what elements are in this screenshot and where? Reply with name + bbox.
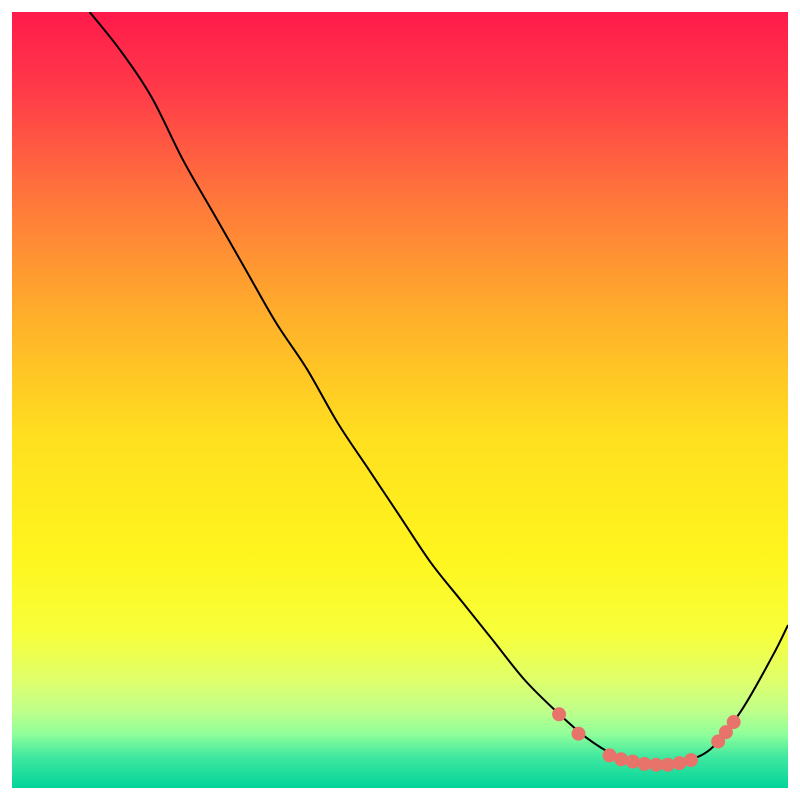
curve-layer <box>12 12 788 788</box>
highlight-dot <box>552 707 566 721</box>
highlight-dot <box>626 755 640 769</box>
highlight-dot <box>684 753 698 767</box>
plot-area <box>12 12 788 788</box>
highlight-markers <box>552 707 741 771</box>
highlight-dot <box>727 715 741 729</box>
highlight-dot <box>571 727 585 741</box>
highlight-dot <box>614 752 628 766</box>
chart-container: TheBottleneck.com <box>0 0 800 800</box>
bottleneck-curve <box>90 12 788 765</box>
